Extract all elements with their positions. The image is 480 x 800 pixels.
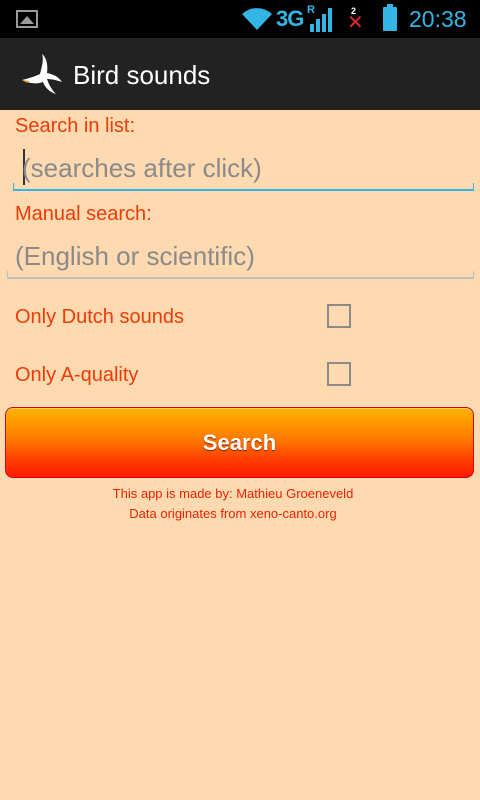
battery-icon	[383, 4, 397, 31]
network-type-label: 3G	[276, 6, 304, 31]
data-source-text: Data originates from xeno-canto.org	[129, 506, 337, 521]
gallery-notification-icon	[16, 10, 38, 28]
missed-mark: ✕	[347, 12, 364, 34]
status-bar: 3G R 2 ✕ 20:38	[0, 0, 480, 38]
status-time: 20:38	[409, 6, 467, 32]
made-by-text: This app is made by: Mathieu Groeneveld	[112, 486, 354, 501]
search-button-label: Search	[202, 430, 277, 455]
input-underline	[7, 277, 474, 279]
search-in-list-placeholder: (searches after click)	[22, 153, 262, 183]
signal-strength-icon	[310, 8, 332, 32]
manual-search-label: Manual search:	[15, 203, 152, 225]
only-dutch-checkbox[interactable]	[327, 304, 351, 328]
search-in-list-input[interactable]: (searches after click)	[7, 145, 474, 191]
manual-search-placeholder: (English or scientific)	[15, 241, 255, 271]
manual-search-input[interactable]: (English or scientific)	[7, 233, 474, 279]
missed-call-icon: 2 ✕	[346, 6, 364, 34]
action-bar: Bird sounds	[0, 38, 480, 110]
only-a-quality-checkbox[interactable]	[327, 362, 351, 386]
flying-bird-icon[interactable]	[18, 52, 64, 96]
wifi-icon	[242, 8, 272, 30]
input-underline	[13, 189, 474, 191]
only-a-quality-label: Only A-quality	[15, 364, 139, 386]
search-in-list-label: Search in list:	[15, 115, 136, 137]
only-dutch-label: Only Dutch sounds	[15, 306, 184, 328]
search-button[interactable]: Search	[5, 407, 474, 478]
app-title: Bird sounds	[73, 60, 211, 90]
